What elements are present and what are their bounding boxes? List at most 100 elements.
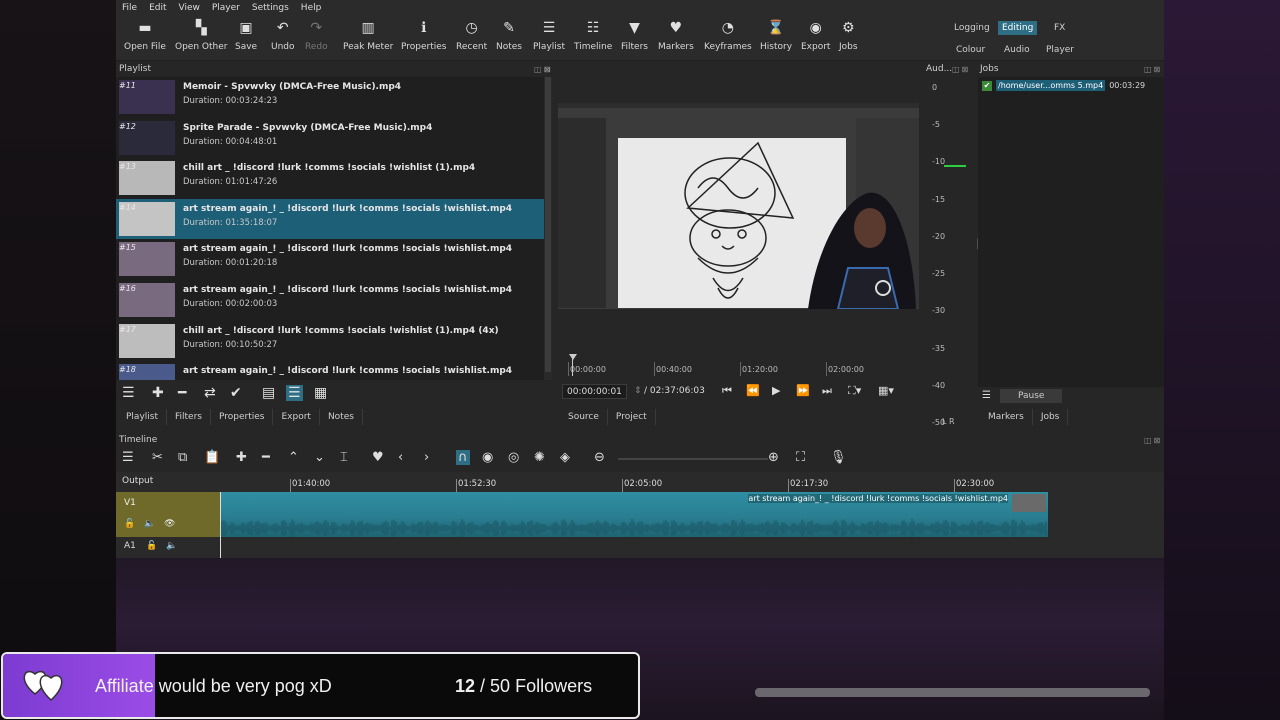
playlist-item[interactable]: #12 Sprite Parade - Spvwvky (DMCA-Free Mu… (116, 117, 544, 158)
layout-audio[interactable]: Audio (1000, 43, 1034, 57)
jobs-float-close-icon[interactable]: ◫⊠ (1144, 65, 1162, 74)
layout-colour[interactable]: Colour (952, 43, 989, 57)
zoom-slider[interactable] (618, 458, 768, 460)
menu-help[interactable]: Help (301, 3, 322, 13)
playlist-item[interactable]: #18 art stream again_! _ !discord !lurk !… (116, 361, 544, 380)
copy-icon[interactable]: ⧉ (178, 450, 187, 465)
ripple-all-icon[interactable]: ✺ (534, 450, 545, 465)
save-button[interactable]: ▣ Save (235, 19, 257, 52)
peak-meter-button[interactable]: ▥ Peak Meter (343, 19, 393, 52)
menu-settings[interactable]: Settings (252, 3, 289, 13)
play-icon[interactable]: ▶ (772, 384, 780, 397)
ripple-delete-icon[interactable]: ━ (262, 450, 270, 465)
tab-export[interactable]: Export (273, 409, 320, 425)
cut-icon[interactable]: ✂ (152, 450, 163, 465)
filters-button[interactable]: ▼ Filters (621, 19, 648, 52)
playlist-button[interactable]: ☰ Playlist (533, 19, 565, 52)
lock-icon[interactable]: 🔓 (124, 519, 135, 529)
mute-icon[interactable]: 🔈 (144, 519, 155, 529)
video-viewer[interactable] (558, 103, 919, 309)
split-icon[interactable]: ⌶ (340, 450, 348, 465)
jobs-button[interactable]: ⚙ Jobs (839, 19, 858, 52)
skip-previous-icon[interactable]: ⏮ (722, 384, 732, 398)
add-marker-icon[interactable]: ♥ (372, 450, 384, 465)
markers-button[interactable]: ♥ Markers (658, 19, 694, 52)
properties-button[interactable]: ℹ Properties (401, 19, 446, 52)
jobs-menu-icon[interactable]: ☰ (982, 390, 991, 401)
tab-markers[interactable]: Markers (980, 409, 1033, 425)
zoom-out-icon[interactable]: ⊖ (594, 450, 605, 465)
export-button[interactable]: ◉ Export (801, 19, 830, 52)
ripple-markers-icon[interactable]: ◈ (560, 450, 570, 465)
menu-file[interactable]: File (122, 3, 137, 13)
layout-editing[interactable]: Editing (998, 21, 1038, 35)
snap-icon[interactable]: ∩ (456, 450, 470, 465)
playlist-icons-view-icon[interactable]: ▦ (314, 385, 327, 401)
track-header-a1[interactable]: A1 🔓 🔈 (116, 537, 220, 558)
menu-edit[interactable]: Edit (149, 3, 166, 13)
timeline-clip[interactable]: art stream again_! _ !discord !lurk !com… (220, 492, 1048, 537)
next-marker-icon[interactable]: › (424, 450, 429, 465)
tab-jobs[interactable]: Jobs (1033, 409, 1069, 425)
tab-source[interactable]: Source (560, 409, 608, 425)
current-timecode-input[interactable]: 00:00:00:01 (562, 384, 627, 399)
grid-icon[interactable]: ▦▾ (878, 384, 894, 397)
zoom-in-icon[interactable]: ⊕ (768, 450, 779, 465)
timeline-playhead[interactable] (220, 492, 221, 558)
skip-next-icon[interactable]: ⏭ (822, 384, 832, 398)
fast-forward-icon[interactable]: ⏩ (796, 384, 810, 397)
audio-float-close-icon[interactable]: ◫⊠ (952, 65, 970, 74)
playlist-item[interactable]: #11 Memoir - Spvwvky (DMCA-Free Music).mp… (116, 77, 544, 117)
ripple-icon[interactable]: ◎ (508, 450, 519, 465)
lock-icon[interactable]: 🔓 (146, 541, 157, 551)
playlist-item[interactable]: #17 chill art _ !discord !lurk !comms !so… (116, 320, 544, 361)
undo-button[interactable]: ↶ Undo (271, 19, 295, 52)
viewer-float-icon[interactable]: ⊠ (544, 65, 553, 74)
notes-button[interactable]: ✎ Notes (496, 19, 522, 52)
tab-notes[interactable]: Notes (320, 409, 363, 425)
playlist-details-view-icon[interactable]: ▤ (262, 385, 275, 401)
lift-icon[interactable]: ⌃ (288, 450, 299, 465)
recent-button[interactable]: ◷ Recent (456, 19, 487, 52)
zoom-fit-icon[interactable]: ⛶▾ (848, 384, 861, 398)
playlist-item[interactable]: #13 chill art _ !discord !lurk !comms !so… (116, 158, 544, 199)
playlist-menu-icon[interactable]: ☰ (122, 385, 135, 401)
playlist-add-icon[interactable]: ✚ (152, 385, 164, 401)
job-item[interactable]: ✔ /home/user...omms 5.mp4 00:03:29 (982, 80, 1145, 91)
playlist-list[interactable]: #11 Memoir - Spvwvky (DMCA-Free Music).mp… (116, 77, 544, 380)
layout-player[interactable]: Player (1042, 43, 1078, 57)
playlist-scrollbar[interactable] (544, 77, 552, 380)
timeline-ruler[interactable]: 01:40:00 01:52:30 02:05:00 02:17:30 02:3… (220, 472, 1164, 492)
playlist-replace-icon[interactable]: ⇄ (204, 385, 216, 401)
playlist-update-icon[interactable]: ✔ (230, 385, 242, 401)
visibility-eye-icon[interactable]: 👁 (164, 519, 175, 529)
menu-view[interactable]: View (179, 3, 200, 13)
paste-icon[interactable]: 📋 (204, 450, 220, 465)
zoom-fit-timeline-icon[interactable]: ⛶ (796, 450, 805, 465)
playlist-item[interactable]: #14 art stream again_! _ !discord !lurk !… (116, 198, 544, 239)
rewind-icon[interactable]: ⏪ (746, 384, 760, 397)
open-file-button[interactable]: ▬ Open File (124, 19, 166, 52)
playlist-tiles-view-icon[interactable]: ☰ (286, 385, 303, 401)
history-button[interactable]: ⌛ History (760, 19, 792, 52)
tab-properties[interactable]: Properties (211, 409, 274, 425)
layout-fx[interactable]: FX (1050, 21, 1069, 35)
menu-player[interactable]: Player (212, 3, 240, 13)
keyframes-button[interactable]: ◔ Keyframes (704, 19, 752, 52)
tab-playlist[interactable]: Playlist (118, 409, 167, 425)
timeline-menu-icon[interactable]: ☰ (122, 450, 134, 465)
playlist-item[interactable]: #15 art stream again_! _ !discord !lurk !… (116, 239, 544, 280)
tab-filters[interactable]: Filters (167, 409, 211, 425)
append-icon[interactable]: ✚ (236, 450, 247, 465)
timeline-button[interactable]: ☷ Timeline (574, 19, 612, 52)
tab-project[interactable]: Project (608, 409, 656, 425)
previous-marker-icon[interactable]: ‹ (398, 450, 403, 465)
playlist-remove-icon[interactable]: ━ (178, 385, 186, 401)
viewer-time-ruler[interactable]: 00:00:00 00:40:00 01:20:00 02:00:00 (568, 358, 908, 380)
layout-logging[interactable]: Logging (950, 21, 994, 35)
open-other-button[interactable]: ▚ Open Other (175, 19, 227, 52)
redo-button[interactable]: ↷ Redo (305, 19, 328, 52)
playlist-item[interactable]: #16 art stream again_! _ !discord !lurk !… (116, 280, 544, 320)
timeline-float-close-icon[interactable]: ◫⊠ (1144, 436, 1162, 445)
overwrite-icon[interactable]: ⌄ (314, 450, 325, 465)
